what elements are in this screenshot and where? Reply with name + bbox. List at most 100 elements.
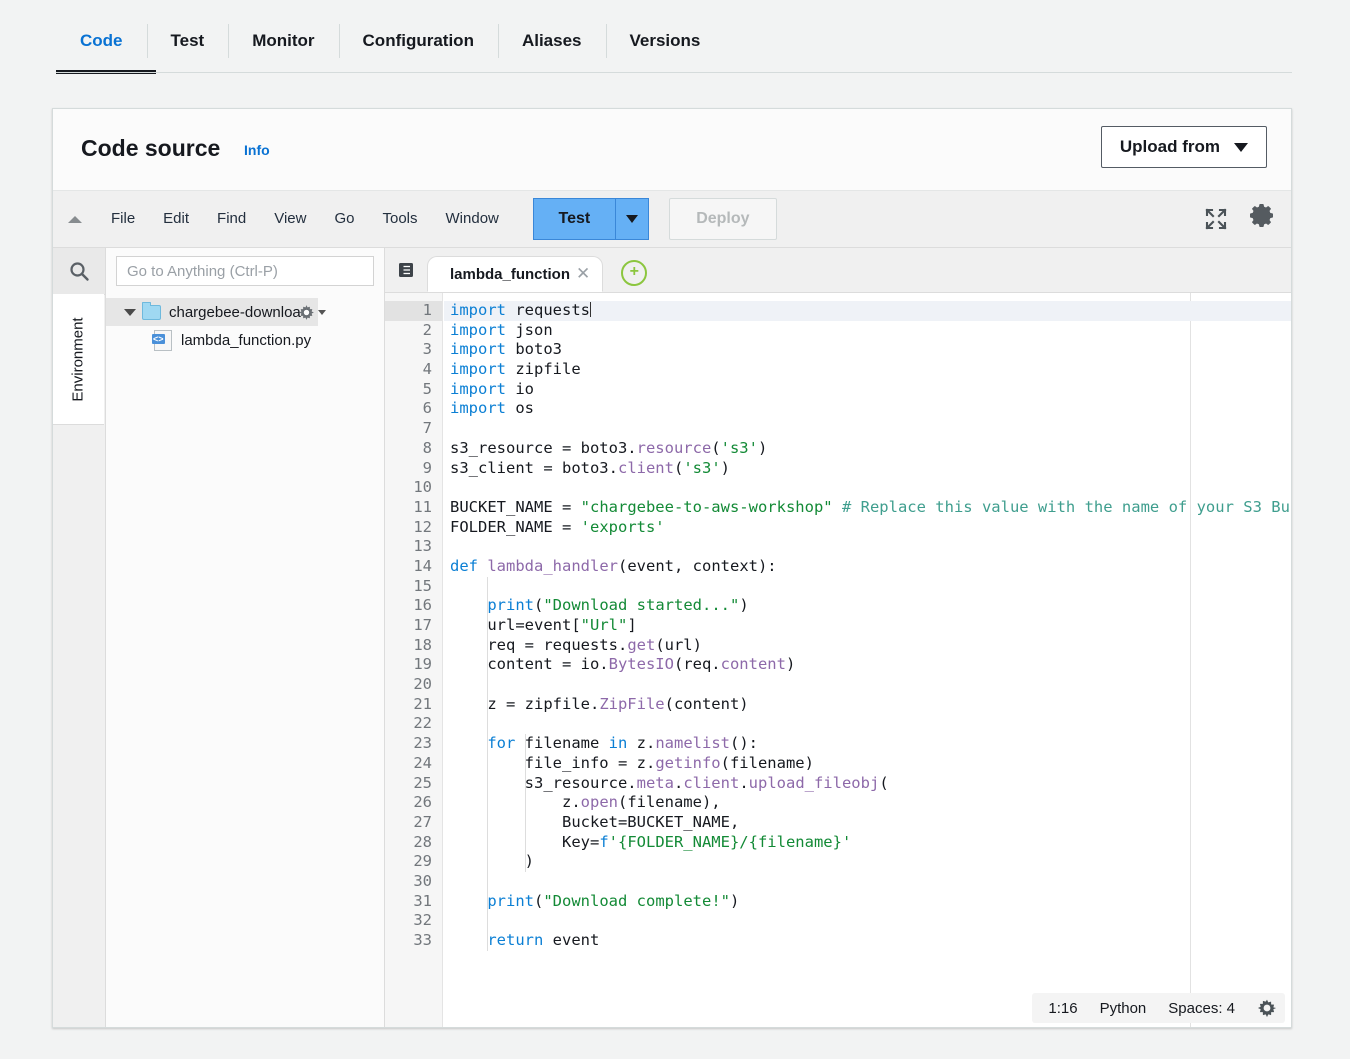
menu-find[interactable]: Find [203, 191, 260, 247]
code-line[interactable] [444, 478, 1291, 498]
code-token: req = requests. [450, 635, 628, 654]
code-line[interactable]: s3_client = boto3.client('s3') [444, 459, 1291, 479]
code-token: . [739, 773, 749, 792]
menu-file[interactable]: File [97, 191, 149, 247]
code-line[interactable]: BUCKET_NAME = "chargebee-to-aws-workshop… [444, 498, 1291, 518]
code-line[interactable]: import io [444, 380, 1291, 400]
code-token: import [450, 301, 506, 319]
code-line[interactable]: z.open(filename), [444, 793, 1291, 813]
code-line[interactable]: ) [444, 852, 1291, 872]
code-token: "Download complete!" [543, 891, 730, 910]
nav-tab-aliases[interactable]: Aliases [497, 18, 606, 64]
line-number: 25 [413, 773, 432, 792]
code-token: ) [450, 852, 534, 871]
code-token: "Url" [580, 616, 628, 634]
environment-tab[interactable]: Environment [53, 294, 104, 425]
upload-from-button[interactable]: Upload from [1100, 126, 1267, 168]
indentation-setting[interactable]: Spaces: 4 [1168, 1000, 1235, 1017]
line-number: 8 [422, 438, 432, 457]
code-line[interactable] [444, 537, 1291, 557]
nav-tab-monitor[interactable]: Monitor [228, 18, 338, 64]
tree-file-row[interactable]: lambda_function.py [106, 326, 384, 354]
line-number: 1 [385, 301, 442, 321]
close-icon[interactable]: ✕ [576, 264, 590, 284]
code-token: 's3' [720, 438, 758, 457]
line-number: 2 [422, 320, 432, 339]
language-mode[interactable]: Python [1100, 1000, 1147, 1017]
code-token: ( [879, 773, 889, 792]
nav-tab-test[interactable]: Test [146, 18, 229, 64]
code-line[interactable] [444, 675, 1291, 695]
menu-go[interactable]: Go [320, 191, 368, 247]
code-token: meta [636, 773, 674, 792]
code-line[interactable]: return event [444, 931, 1291, 951]
statusbar-settings-button[interactable] [1257, 998, 1277, 1018]
file-tree: chargebee-downloa lambda_functi [106, 286, 384, 354]
line-number: 5 [422, 379, 432, 398]
collapse-toolbar-button[interactable] [53, 215, 97, 223]
code-line[interactable]: file_info = z.getinfo(filename) [444, 754, 1291, 774]
test-button[interactable]: Test [532, 198, 615, 240]
code-token: 'exports' [580, 517, 665, 536]
menu-window[interactable]: Window [432, 191, 513, 247]
code-line[interactable]: print("Download started...") [444, 596, 1291, 616]
code-line[interactable]: s3_resource = boto3.resource('s3') [444, 439, 1291, 459]
test-dropdown-button[interactable] [614, 198, 649, 240]
code-line[interactable] [444, 911, 1291, 931]
code-line[interactable]: Key=f'{FOLDER_NAME}/{filename}' [444, 833, 1291, 853]
code-line[interactable]: s3_resource.meta.client.upload_fileobj( [444, 774, 1291, 794]
code-token: . [673, 773, 684, 792]
folder-context-menu-button[interactable] [298, 304, 326, 321]
code-line[interactable]: url=event["Url"] [444, 616, 1291, 636]
info-link[interactable]: Info [244, 142, 270, 158]
code-line[interactable]: Bucket=BUCKET_NAME, [444, 813, 1291, 833]
code-editor[interactable]: 1 2 3 4 5 6 7 8 9 10 11 12 13 14 15 16 17 18 19 20 21 22 23 24 2… [385, 293, 1291, 1027]
code-source-card: Code source Info Upload from File Edit Fin… [52, 108, 1292, 1028]
code-token: "Download started..." [543, 596, 740, 615]
code-line[interactable] [444, 714, 1291, 734]
goto-anything-input[interactable]: Go to Anything (Ctrl-P) [116, 256, 374, 286]
code-token: (content) [664, 694, 749, 713]
code-line[interactable]: print("Download complete!") [444, 892, 1291, 912]
code-line[interactable]: import boto3 [444, 340, 1291, 360]
fullscreen-button[interactable] [1203, 206, 1229, 232]
code-line[interactable]: import json [444, 321, 1291, 341]
search-button[interactable] [53, 248, 105, 295]
code-content[interactable]: import requests import json import boto3 im… [444, 293, 1291, 1027]
code-line[interactable]: for filename in z.namelist(): [444, 734, 1291, 754]
code-line[interactable]: def lambda_handler(event, context): [444, 557, 1291, 577]
code-token: import [450, 360, 506, 379]
tree-folder-row[interactable]: chargebee-downloa [106, 298, 326, 326]
chevron-down-icon[interactable] [124, 308, 136, 316]
code-line[interactable] [444, 872, 1291, 892]
cursor-position[interactable]: 1:16 [1048, 1000, 1077, 1017]
nav-tab-code[interactable]: Code [56, 18, 147, 64]
code-line[interactable] [444, 419, 1291, 439]
code-line[interactable]: import zipfile [444, 360, 1291, 380]
nav-tab-versions[interactable]: Versions [605, 18, 725, 64]
function-tabs-nav: Code Test Monitor Configuration Aliases Versi… [0, 0, 1350, 78]
code-line[interactable]: content = io.BytesIO(req.content) [444, 655, 1291, 675]
code-line[interactable]: FOLDER_NAME = 'exports' [444, 518, 1291, 538]
tab-list-button[interactable] [385, 248, 427, 292]
editor-statusbar: 1:16 Python Spaces: 4 [1032, 993, 1285, 1023]
ide-menubar: File Edit Find View Go Tools Window [97, 191, 513, 247]
plus-circle-icon[interactable]: + [621, 260, 648, 286]
deploy-button[interactable]: Deploy [668, 198, 777, 240]
menu-tools[interactable]: Tools [368, 191, 431, 247]
line-number: 19 [413, 655, 432, 674]
code-line[interactable]: import os [444, 399, 1291, 419]
ide-toolbar-actions [1203, 191, 1277, 247]
code-line[interactable]: req = requests.get(url) [444, 636, 1291, 656]
nav-tab-configuration[interactable]: Configuration [338, 18, 498, 64]
menu-edit[interactable]: Edit [149, 191, 203, 247]
code-line[interactable]: z = zipfile.ZipFile(content) [444, 695, 1291, 715]
menu-view[interactable]: View [260, 191, 320, 247]
code-line[interactable]: import requests [444, 301, 1291, 321]
code-token: content [720, 655, 786, 674]
code-line[interactable] [444, 577, 1291, 597]
editor-preferences-button[interactable] [1247, 204, 1277, 234]
editor-file-tab[interactable]: lambda_function ✕ [427, 256, 604, 292]
